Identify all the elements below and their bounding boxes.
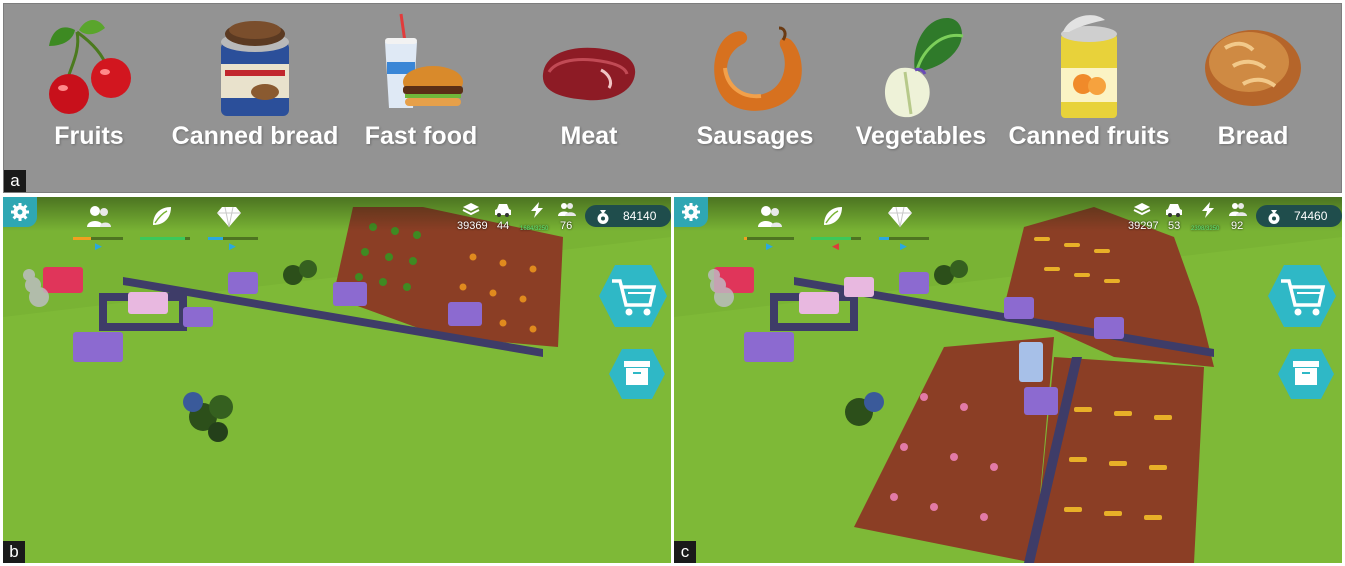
storage-box-icon	[624, 361, 650, 385]
progress-up-arrow: ▶	[900, 241, 907, 251]
people-icon[interactable]	[757, 203, 783, 229]
gems-progress-bar	[208, 237, 258, 240]
panel-label: a	[4, 170, 26, 192]
bread-loaf-icon	[1205, 30, 1301, 106]
food-item-canned-bread: Canned bread	[170, 4, 340, 164]
food-item-fruits: Fruits	[4, 4, 174, 164]
money-amount: 74460	[1294, 209, 1328, 223]
food-item-bread: Bread	[1168, 4, 1338, 164]
panel-label: c	[674, 541, 696, 563]
gear-icon	[11, 203, 29, 221]
sausage-ring-icon	[714, 26, 802, 111]
energy-value: 1684/3250	[520, 226, 549, 232]
gems-progress-bar	[879, 237, 929, 240]
nature-progress-bar	[140, 237, 190, 240]
layers-icon	[1133, 203, 1151, 216]
bok-choy-icon	[884, 18, 964, 118]
progress-up-arrow: ▶	[229, 241, 236, 251]
layers-value: 39369	[457, 220, 488, 232]
settings-button[interactable]	[674, 197, 708, 227]
nature-progress-fill	[140, 237, 185, 240]
game-view-after: ▶ ◀ ▶ 39297 53 2398/3250 92 74460 c	[674, 197, 1342, 563]
nature-progress-bar	[811, 237, 861, 240]
layers-value: 39297	[1128, 220, 1159, 232]
gear-icon	[682, 203, 700, 221]
food-item-sausages: Sausages	[670, 4, 840, 164]
storage-box-icon	[1293, 361, 1319, 385]
cars-value: 53	[1168, 220, 1181, 232]
people-icon[interactable]	[86, 203, 112, 229]
leaf-icon[interactable]	[820, 203, 846, 229]
layers-icon	[462, 203, 480, 216]
gems-progress-fill	[879, 237, 889, 240]
leaf-icon[interactable]	[149, 203, 175, 229]
population-icon	[558, 203, 576, 216]
people-progress-fill	[744, 237, 747, 240]
burger-and-drink-icon	[385, 13, 463, 108]
lightning-icon	[531, 202, 543, 218]
cars-value: 44	[497, 220, 510, 232]
money-bag-icon	[1268, 210, 1280, 224]
cherries-icon	[49, 20, 131, 114]
diamond-icon[interactable]	[216, 203, 242, 229]
settings-button[interactable]	[3, 197, 37, 227]
car-icon	[1166, 204, 1182, 217]
people-progress-fill	[73, 237, 91, 240]
population-value: 76	[560, 220, 573, 232]
diamond-icon[interactable]	[887, 203, 913, 229]
car-icon	[495, 204, 511, 217]
nature-progress-fill	[811, 237, 851, 240]
money-display: 74460	[1256, 205, 1342, 227]
lightning-icon	[1202, 202, 1214, 218]
progress-up-arrow: ▶	[766, 241, 773, 251]
game-view-before: ▶ ▶ 39369 44 1684/3250 76 84140 b	[3, 197, 671, 563]
energy-value: 2398/3250	[1191, 226, 1220, 232]
people-progress-bar	[744, 237, 794, 240]
progress-up-arrow: ▶	[95, 241, 102, 251]
storage-button[interactable]	[608, 347, 666, 401]
storage-button[interactable]	[1277, 347, 1335, 401]
people-progress-bar	[73, 237, 123, 240]
money-amount: 84140	[623, 209, 657, 223]
food-item-meat: Meat	[504, 4, 674, 164]
city-scene	[3, 197, 671, 563]
food-item-fast-food: Fast food	[336, 4, 506, 164]
city-scene	[674, 197, 1342, 563]
panel-label: b	[3, 541, 25, 563]
shop-button[interactable]	[1267, 263, 1337, 329]
shop-button[interactable]	[598, 263, 668, 329]
food-catalog-panel: Fruits Canned bread Fast food Meat Sausa…	[3, 3, 1342, 193]
food-item-vegetables: Vegetables	[836, 4, 1006, 164]
canned-bread-icon	[221, 21, 289, 116]
progress-down-arrow: ◀	[832, 241, 839, 251]
population-icon	[1229, 203, 1247, 216]
population-value: 92	[1231, 220, 1244, 232]
gems-progress-fill	[208, 237, 223, 240]
raw-meat-icon	[542, 47, 636, 101]
canned-fruit-icon	[1061, 15, 1117, 118]
money-bag-icon	[597, 210, 609, 224]
food-label: Bread	[1217, 122, 1289, 150]
money-display: 84140	[585, 205, 671, 227]
